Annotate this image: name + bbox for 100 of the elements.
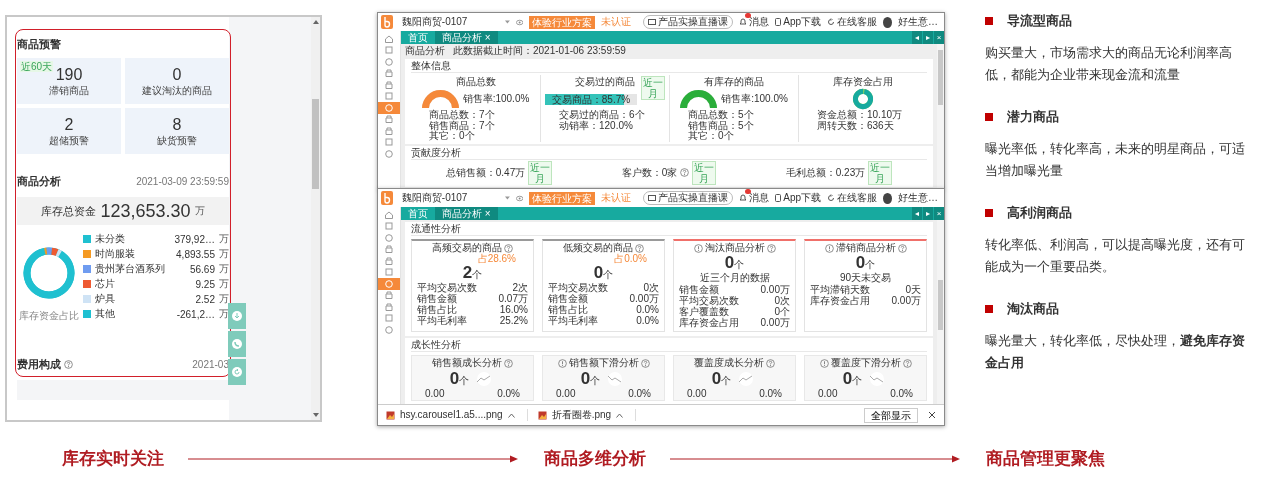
square-icon: [384, 91, 394, 102]
messages-link[interactable]: 消息: [739, 16, 770, 28]
card-title: 销售额下滑分析: [568, 357, 639, 369]
card-title: 交易过的商品: [575, 76, 635, 88]
box-icon: [384, 79, 394, 90]
row-value: 0.00万: [760, 317, 790, 328]
period-badge: 近一月: [528, 160, 553, 185]
square-icon: [384, 45, 394, 56]
row-label: 平均滞销天数: [810, 284, 870, 295]
row-label: 客户覆盖数: [679, 306, 729, 317]
unit-label: 万: [219, 292, 229, 306]
scrollbar-thumb[interactable]: [312, 98, 319, 189]
download-icon: [232, 311, 242, 321]
caret-icon[interactable]: [505, 20, 510, 24]
row-label: 平均毛利率: [417, 315, 467, 326]
period-badge: 近一月: [641, 76, 665, 100]
square-icon: [384, 267, 394, 278]
period-badge: 近60天: [20, 61, 54, 72]
help-icon: [64, 360, 73, 369]
row-label: 平均交易次数: [679, 295, 739, 306]
legend-value: 9.25: [194, 278, 215, 290]
unit-label: 个: [734, 259, 745, 271]
note-text: 购买量大，市场需求大的商品无论利润率高低，都能为企业带来现金流和流量: [985, 44, 1233, 84]
user-name[interactable]: 好生意…: [898, 192, 938, 204]
close-icon[interactable]: [928, 411, 936, 419]
download-button[interactable]: [228, 303, 246, 329]
stat-line: 周转天数：636天: [816, 120, 894, 131]
download-item[interactable]: hsy.carousel1.a5....png: [386, 409, 528, 421]
avatar[interactable]: [883, 16, 892, 28]
row-value: 0次: [774, 295, 790, 306]
legend-label: 未分类: [95, 232, 126, 246]
tab-nav-button[interactable]: ▸: [922, 207, 933, 220]
row-value: 0.00万: [629, 293, 659, 304]
card-title: 商品总数: [455, 76, 496, 88]
bullet-icon: [985, 305, 993, 313]
card-title: 高频交易的商品: [432, 242, 502, 253]
unit-label: 个: [590, 375, 601, 387]
stat-line: 商品总数：5个: [687, 110, 755, 121]
legend-value: -261,2…: [175, 308, 215, 320]
tab-nav-button[interactable]: ◂: [911, 207, 922, 220]
row-value: 0天: [905, 284, 921, 295]
download-item[interactable]: 折看圈卷.png: [537, 409, 637, 421]
section-title: 费用构成: [17, 357, 61, 372]
house-icon: [384, 209, 394, 220]
card-title: 低频交易的商品: [563, 242, 633, 253]
row-value: 25.2%: [499, 315, 528, 326]
card-title: 滞销商品分析: [835, 242, 896, 254]
data-timestamp: 此数据截止时间：2021-01-06 23:59:59: [453, 44, 626, 57]
bell-icon: [739, 194, 748, 202]
donut-drawing: [852, 88, 874, 110]
refresh-button[interactable]: [228, 359, 246, 385]
stat-line: 其它：0个: [428, 131, 476, 142]
section-title: 贡献度分析: [411, 145, 927, 160]
unit-label: 个: [865, 259, 876, 271]
eye-icon[interactable]: [516, 18, 524, 26]
stat-line: 毛利总额：0.23万: [785, 166, 866, 179]
company-name[interactable]: 魏阳商贸-0107: [401, 192, 500, 204]
tab-nav-button[interactable]: ◂: [911, 31, 922, 44]
tab[interactable]: 商品分析 ×: [435, 31, 498, 44]
tab-nav-button[interactable]: ×: [933, 207, 944, 220]
tab[interactable]: 商品分析 ×: [435, 207, 498, 220]
stat-line: 商品总数：7个: [428, 110, 496, 121]
unit-label: 个: [603, 269, 614, 281]
metric-value: 0.00: [556, 388, 576, 399]
stat-line: 交易过的商品：6个: [558, 110, 646, 121]
company-name[interactable]: 魏阳商贸-0107: [401, 16, 500, 28]
circle-icon: [384, 148, 394, 159]
box-icon: [384, 125, 394, 136]
show-all-button[interactable]: 全部显示: [864, 407, 918, 423]
app-download-link[interactable]: App下载: [775, 192, 822, 204]
app-download-link[interactable]: App下载: [775, 16, 822, 28]
phone-button[interactable]: [228, 331, 246, 357]
period-badge: 近一月: [868, 160, 893, 185]
metric-value: 0.0%: [759, 388, 782, 399]
metric-value: 0.0%: [497, 388, 520, 399]
tab-nav-button[interactable]: ×: [933, 31, 944, 44]
scroll-down-icon[interactable]: [312, 413, 319, 417]
eye-icon[interactable]: [516, 194, 524, 202]
nav-button[interactable]: [378, 102, 400, 114]
row-value: 2次: [512, 282, 528, 293]
refresh-icon: [827, 18, 836, 26]
stat-label: 滞销商品: [49, 83, 89, 98]
caret-icon[interactable]: [505, 196, 510, 200]
row-value: 16.0%: [499, 304, 528, 315]
stat-label: 建议淘汰的商品: [142, 83, 212, 98]
support-link[interactable]: 在线客服: [827, 192, 878, 204]
card-title: 销售额成长分析: [432, 357, 502, 369]
square-icon: [384, 221, 394, 232]
metric-value: 0: [855, 254, 866, 272]
nav-button[interactable]: [378, 278, 400, 290]
messages-link[interactable]: 消息: [739, 192, 770, 204]
avatar[interactable]: [883, 192, 892, 204]
chevron-up-icon: [507, 412, 515, 418]
stat-line: 其它：0个: [687, 131, 734, 142]
card-note: 90天未交易: [838, 272, 893, 284]
bullet-icon: [985, 209, 993, 217]
tab-nav-button[interactable]: ▸: [922, 31, 933, 44]
user-name[interactable]: 好生意…: [898, 16, 938, 28]
scroll-up-icon[interactable]: [312, 20, 319, 24]
support-link[interactable]: 在线客服: [827, 16, 878, 28]
